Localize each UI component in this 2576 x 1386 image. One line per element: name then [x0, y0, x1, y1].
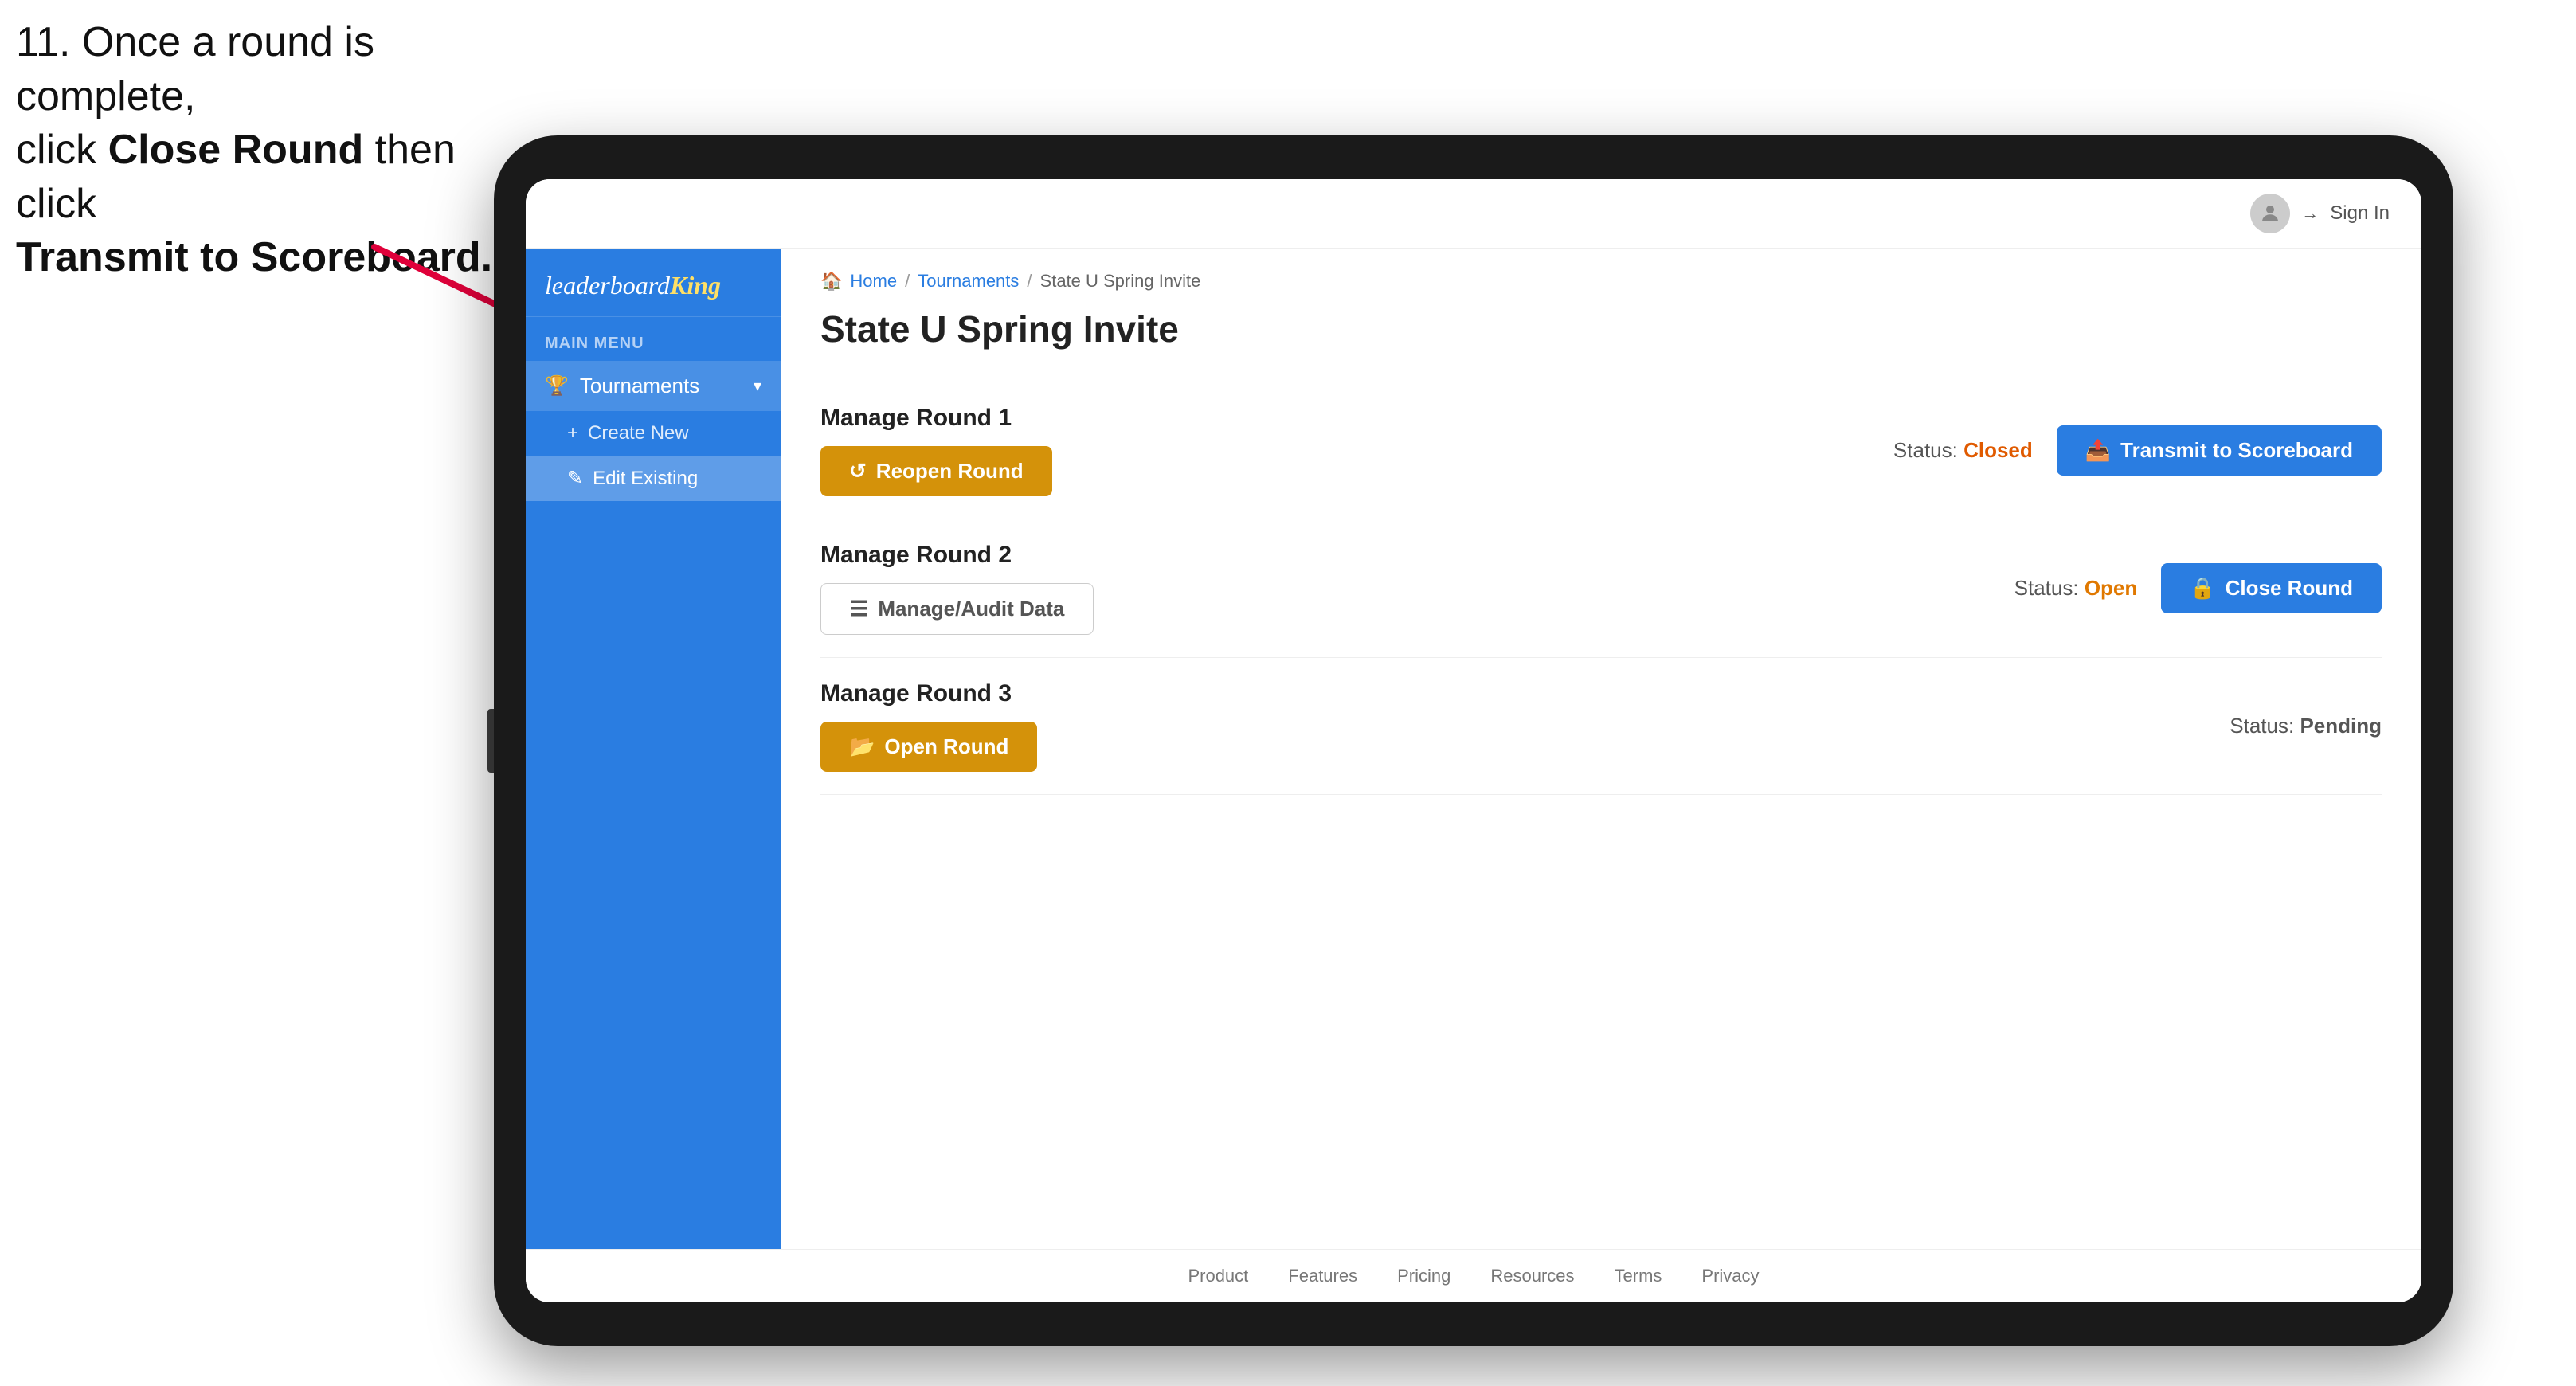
file-icon: ☰ [850, 597, 868, 621]
round-3-row: Manage Round 3 📂 Open Round Status: Pend… [820, 658, 2382, 795]
logo: leaderboardKing [545, 271, 761, 300]
round-2-status: Status: Open [2014, 576, 2138, 601]
sign-in-area: → Sign In [2250, 194, 2390, 233]
round-2-row: Manage Round 2 ☰ Manage/Audit Data Statu… [820, 519, 2382, 658]
footer-resources[interactable]: Resources [1490, 1266, 1574, 1286]
sidebar: leaderboardKing MAIN MENU 🏆 Tournaments … [526, 249, 781, 1249]
edit-existing-label: Edit Existing [593, 468, 698, 490]
reopen-round-button[interactable]: ↺ Reopen Round [820, 446, 1052, 496]
round-3-status: Status: Pending [2230, 714, 2382, 738]
breadcrumb-home-icon: 🏠 [820, 271, 842, 292]
logo-leaderboard-text: leaderboard [545, 271, 670, 300]
round-2-left: Manage Round 2 ☰ Manage/Audit Data [820, 542, 1094, 635]
tournaments-label: Tournaments [580, 374, 699, 398]
main-menu-label: MAIN MENU [526, 317, 781, 361]
send-icon: 📤 [2085, 438, 2111, 463]
round-1-left: Manage Round 1 ↺ Reopen Round [820, 405, 1052, 496]
footer-features[interactable]: Features [1288, 1266, 1357, 1286]
footer-pricing[interactable]: Pricing [1397, 1266, 1450, 1286]
instruction-text: 11. Once a round is complete, click Clos… [16, 16, 494, 285]
plus-icon: + [567, 422, 578, 444]
close-round-button[interactable]: 🔒 Close Round [2161, 563, 2382, 613]
footer-privacy[interactable]: Privacy [1701, 1266, 1759, 1286]
footer: Product Features Pricing Resources Terms… [526, 1249, 2421, 1302]
footer-product[interactable]: Product [1188, 1266, 1248, 1286]
round-2-right: Status: Open 🔒 Close Round [2014, 563, 2382, 613]
transmit-to-scoreboard-button[interactable]: 📤 Transmit to Scoreboard [2057, 425, 2382, 476]
edit-icon: ✎ [567, 467, 583, 490]
lock-icon: 🔒 [2190, 576, 2215, 601]
round-3-status-value: Pending [2300, 714, 2382, 738]
tablet-screen: → Sign In leaderboardKing MAIN MENU 🏆 [526, 179, 2421, 1302]
round-2-title: Manage Round 2 [820, 542, 1094, 569]
breadcrumb-current: State U Spring Invite [1040, 271, 1201, 292]
app-layout: leaderboardKing MAIN MENU 🏆 Tournaments … [526, 249, 2421, 1249]
round-1-status-value: Closed [1963, 438, 2033, 462]
user-avatar-icon [2250, 194, 2290, 233]
page-title: State U Spring Invite [820, 307, 2382, 350]
refresh-icon: ↺ [849, 459, 867, 484]
round-1-row: Manage Round 1 ↺ Reopen Round Status: Cl… [820, 382, 2382, 519]
round-1-right: Status: Closed 📤 Transmit to Scoreboard [1893, 425, 2382, 476]
folder-open-icon: 📂 [849, 734, 875, 759]
sidebar-sub-item-create-new[interactable]: + Create New [526, 411, 781, 456]
open-round-button[interactable]: 📂 Open Round [820, 722, 1037, 772]
breadcrumb-home[interactable]: Home [850, 271, 897, 292]
main-content: 🏠 Home / Tournaments / State U Spring In… [781, 249, 2421, 1249]
chevron-down-icon: ▾ [754, 376, 761, 396]
round-3-title: Manage Round 3 [820, 680, 1037, 707]
sign-in-arrow-icon: → [2301, 203, 2319, 224]
breadcrumb-sep2: / [1027, 271, 1032, 292]
sign-in-label[interactable]: Sign In [2330, 202, 2390, 225]
tablet-side-button [487, 709, 494, 773]
breadcrumb: 🏠 Home / Tournaments / State U Spring In… [820, 271, 2382, 292]
breadcrumb-tournaments[interactable]: Tournaments [918, 271, 1019, 292]
round-3-right: Status: Pending [2230, 714, 2382, 738]
round-2-status-value: Open [2085, 576, 2137, 600]
footer-terms[interactable]: Terms [1615, 1266, 1662, 1286]
sidebar-item-tournaments[interactable]: 🏆 Tournaments ▾ [526, 361, 781, 411]
manage-audit-data-button[interactable]: ☰ Manage/Audit Data [820, 583, 1094, 635]
logo-area: leaderboardKing [526, 249, 781, 317]
round-1-title: Manage Round 1 [820, 405, 1052, 432]
create-new-label: Create New [588, 422, 689, 444]
round-3-left: Manage Round 3 📂 Open Round [820, 680, 1037, 772]
trophy-icon: 🏆 [545, 374, 569, 397]
breadcrumb-sep1: / [905, 271, 910, 292]
tablet-frame: → Sign In leaderboardKing MAIN MENU 🏆 [494, 135, 2453, 1346]
round-1-status: Status: Closed [1893, 438, 2033, 463]
top-bar: → Sign In [526, 179, 2421, 249]
sidebar-sub-item-edit-existing[interactable]: ✎ Edit Existing [526, 456, 781, 501]
logo-king-text: King [670, 271, 721, 300]
